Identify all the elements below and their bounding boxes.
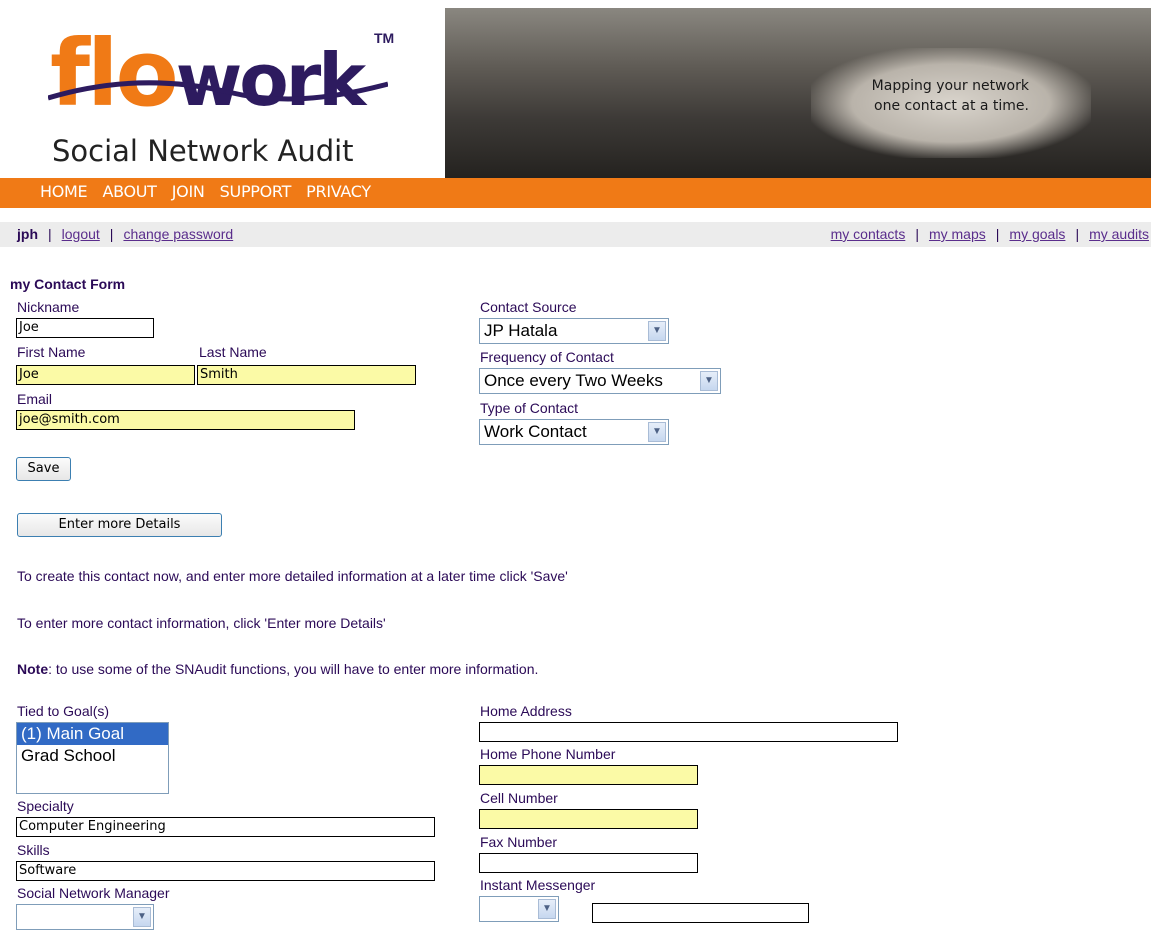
- save-instructions: To create this contact now, and enter mo…: [17, 568, 568, 584]
- home-phone-field[interactable]: [479, 765, 698, 785]
- list-item[interactable]: Grad School: [17, 745, 168, 767]
- type-of-contact-label: Type of Contact: [480, 400, 579, 416]
- nav-join[interactable]: JOIN: [172, 182, 205, 201]
- frequency-select[interactable]: Once every Two Weeks ▼: [479, 368, 721, 394]
- banner-line-1: Mapping your network: [871, 78, 1029, 94]
- logo-swoosh-icon: [48, 80, 388, 102]
- user-bar: jph | logout | change password my contacts | m…: [0, 222, 1151, 247]
- logout-link[interactable]: logout: [62, 226, 100, 242]
- email-field[interactable]: joe@smith.com: [16, 410, 355, 430]
- nav-home[interactable]: HOME: [40, 182, 88, 201]
- chevron-down-icon[interactable]: ▼: [538, 899, 556, 919]
- form-title: my Contact Form: [10, 276, 126, 292]
- skills-label: Skills: [17, 842, 50, 858]
- contact-source-label: Contact Source: [480, 299, 577, 315]
- instant-messenger-field[interactable]: [592, 903, 809, 923]
- sn-manager-select[interactable]: ▼: [16, 904, 154, 930]
- cell-number-field[interactable]: [479, 809, 698, 829]
- note-text: Note: to use some of the SNAudit functio…: [17, 661, 539, 677]
- banner-line-2: one contact at a time.: [874, 98, 1029, 114]
- sn-manager-label: Social Network Manager: [17, 885, 170, 901]
- my-contacts-link[interactable]: my contacts: [831, 226, 906, 242]
- first-name-field[interactable]: Joe: [16, 365, 195, 385]
- list-item[interactable]: (1) Main Goal: [17, 723, 168, 745]
- first-name-label: First Name: [17, 344, 86, 360]
- skills-field[interactable]: Software: [16, 861, 435, 881]
- logo-subtitle: Social Network Audit: [52, 134, 354, 168]
- username: jph: [17, 226, 38, 242]
- banner-tagline: Mapping your network one contact at a ti…: [872, 76, 1029, 116]
- goals-label: Tied to Goal(s): [17, 703, 110, 719]
- fax-number-label: Fax Number: [480, 834, 558, 850]
- details-instructions: To enter more contact information, click…: [17, 615, 386, 631]
- fax-number-field[interactable]: [479, 853, 698, 873]
- home-address-label: Home Address: [480, 703, 572, 719]
- enter-more-details-button[interactable]: Enter more Details: [17, 513, 222, 537]
- nav-about[interactable]: ABOUT: [102, 182, 157, 201]
- chevron-down-icon[interactable]: ▼: [700, 371, 718, 391]
- instant-messenger-select[interactable]: ▼: [479, 896, 559, 922]
- frequency-label: Frequency of Contact: [480, 349, 614, 365]
- last-name-label: Last Name: [199, 344, 267, 360]
- cell-number-label: Cell Number: [480, 790, 558, 806]
- header-banner-image: Mapping your network one contact at a ti…: [445, 8, 1151, 178]
- my-maps-link[interactable]: my maps: [929, 226, 986, 242]
- contact-source-select[interactable]: JP Hatala ▼: [479, 318, 669, 344]
- email-label: Email: [17, 391, 53, 407]
- specialty-label: Specialty: [17, 798, 74, 814]
- logo: flowork TM Social Network Audit: [0, 0, 440, 178]
- nickname-label: Nickname: [17, 299, 80, 315]
- last-name-field[interactable]: Smith: [197, 365, 416, 385]
- home-address-field[interactable]: [479, 722, 898, 742]
- nav-privacy[interactable]: PRIVACY: [306, 182, 371, 201]
- instant-messenger-label: Instant Messenger: [480, 877, 596, 893]
- my-goals-link[interactable]: my goals: [1009, 226, 1065, 242]
- save-button[interactable]: Save: [16, 457, 71, 481]
- type-of-contact-select[interactable]: Work Contact ▼: [479, 419, 669, 445]
- chevron-down-icon[interactable]: ▼: [648, 321, 666, 341]
- chevron-down-icon[interactable]: ▼: [133, 907, 151, 927]
- my-audits-link[interactable]: my audits: [1089, 226, 1149, 242]
- top-navigation: HOME ABOUT JOIN SUPPORT PRIVACY: [0, 178, 1151, 208]
- goals-listbox[interactable]: (1) Main Goal Grad School: [16, 722, 169, 794]
- trademark: TM: [374, 30, 395, 46]
- chevron-down-icon[interactable]: ▼: [648, 422, 666, 442]
- specialty-field[interactable]: Computer Engineering: [16, 817, 435, 837]
- nav-support[interactable]: SUPPORT: [220, 182, 292, 201]
- change-password-link[interactable]: change password: [123, 226, 233, 242]
- home-phone-label: Home Phone Number: [480, 746, 616, 762]
- nickname-field[interactable]: Joe: [16, 318, 154, 338]
